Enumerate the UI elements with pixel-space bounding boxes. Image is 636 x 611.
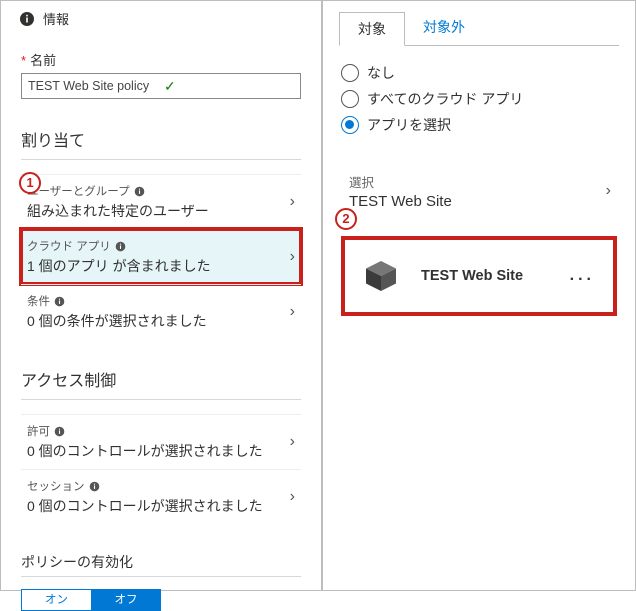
name-label: *名前 — [21, 36, 301, 73]
chevron-right-icon: › — [290, 248, 295, 266]
access-item-session-value: 0 個のコントロールが選択されました — [27, 494, 271, 516]
assign-item-cloud-apps-value: 1 個のアプリ が含まれました — [27, 254, 271, 276]
assign-item-conditions-value: 0 個の条件が選択されました — [27, 309, 271, 331]
enable-policy-toggle[interactable]: オン オフ — [21, 589, 161, 611]
enable-policy-heading: ポリシーの有効化 — [21, 552, 301, 572]
radio-icon — [341, 90, 359, 108]
assign-item-users[interactable]: ユーザーとグループ 組み込まれた特定のユーザー › — [21, 174, 301, 229]
section-assign-heading: 割り当て — [21, 127, 301, 151]
radio-none[interactable]: なし — [341, 60, 617, 86]
tab-exclude[interactable]: 対象外 — [405, 11, 483, 45]
radio-icon — [341, 64, 359, 82]
select-label: 選択 — [349, 172, 589, 191]
tab-bar: 対象 対象外 — [323, 1, 635, 45]
selected-app-card: TEST Web Site ... — [341, 236, 617, 316]
access-item-session[interactable]: セッション 0 個のコントロールが選択されました › — [21, 469, 301, 524]
toggle-off[interactable]: オフ — [91, 589, 161, 611]
select-value: TEST Web Site — [349, 191, 589, 210]
chevron-right-icon: › — [290, 303, 295, 321]
cube-icon — [363, 258, 399, 294]
required-star: * — [21, 53, 26, 68]
divider — [21, 576, 301, 577]
info-icon — [134, 186, 145, 197]
divider — [21, 159, 301, 160]
name-input[interactable]: TEST Web Site policy ✓ — [21, 73, 301, 99]
radio-select-apps[interactable]: アプリを選択 — [341, 112, 617, 138]
assign-item-users-value: 組み込まれた特定のユーザー — [27, 199, 271, 221]
info-icon — [54, 296, 65, 307]
divider — [21, 399, 301, 400]
access-item-grant-value: 0 個のコントロールが選択されました — [27, 439, 271, 461]
info-icon — [115, 241, 126, 252]
select-apps-row[interactable]: 選択 TEST Web Site › 2 — [341, 164, 617, 218]
annotation-badge-1: 1 — [19, 172, 41, 194]
check-icon: ✓ — [164, 79, 294, 93]
radio-all-apps[interactable]: すべてのクラウド アプリ — [341, 86, 617, 112]
info-icon — [89, 481, 100, 492]
chevron-right-icon: › — [606, 182, 611, 200]
chevron-right-icon: › — [290, 488, 295, 506]
section-access-heading: アクセス制御 — [21, 367, 301, 391]
selected-app-name: TEST Web Site — [421, 268, 548, 284]
chevron-right-icon: › — [290, 433, 295, 451]
info-icon — [19, 11, 35, 27]
tab-include[interactable]: 対象 — [339, 12, 405, 46]
radio-icon — [341, 116, 359, 134]
annotation-badge-2: 2 — [335, 208, 357, 230]
toggle-on[interactable]: オン — [21, 589, 91, 611]
chevron-right-icon: › — [290, 193, 295, 211]
name-value: TEST Web Site policy — [28, 79, 158, 93]
more-button[interactable]: ... — [570, 267, 595, 285]
assign-item-cloud-apps[interactable]: クラウド アプリ 1 個のアプリ が含まれました › — [21, 229, 301, 284]
assign-item-conditions[interactable]: 条件 0 個の条件が選択されました › — [21, 284, 301, 339]
panel-header: 情報 — [1, 1, 321, 36]
access-item-grant[interactable]: 許可 0 個のコントロールが選択されました › — [21, 414, 301, 469]
panel-title: 情報 — [43, 9, 69, 28]
info-icon — [54, 426, 65, 437]
